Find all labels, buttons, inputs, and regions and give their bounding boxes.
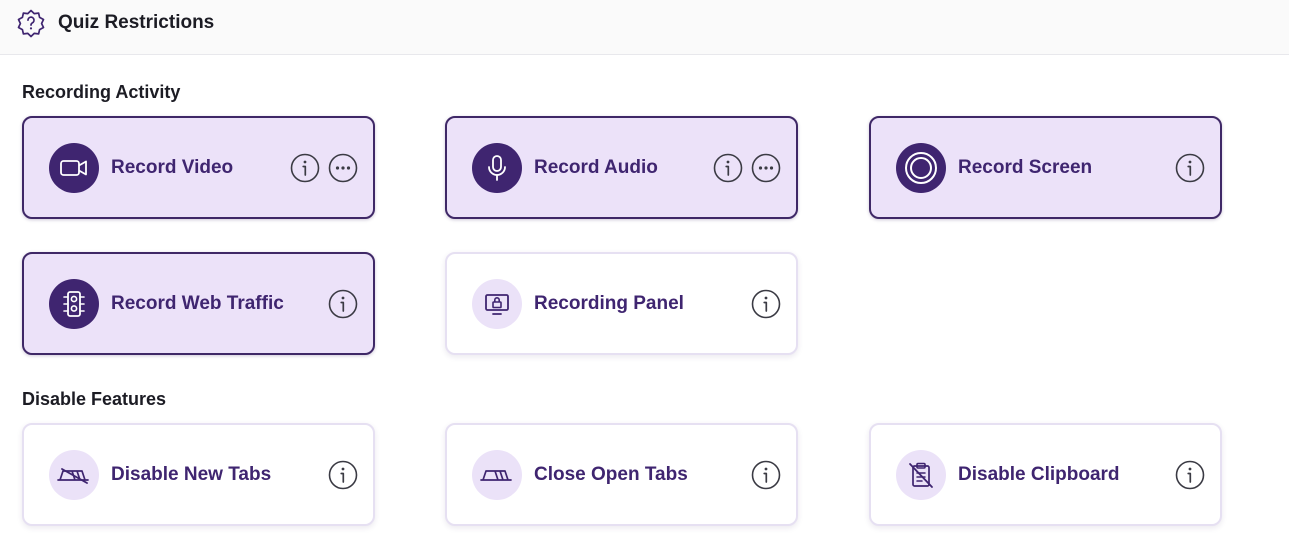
- info-button[interactable]: [712, 152, 744, 184]
- tabs-icon: [480, 470, 512, 481]
- info-button[interactable]: [327, 459, 359, 491]
- card-record-screen[interactable]: Record Screen: [869, 116, 1222, 219]
- info-button[interactable]: [327, 288, 359, 320]
- card-record-web-traffic[interactable]: Record Web Traffic: [22, 252, 375, 355]
- locked-monitor-icon: [485, 294, 509, 315]
- card-icon-circle: [49, 143, 99, 193]
- info-button[interactable]: [289, 152, 321, 184]
- info-icon: [713, 153, 743, 183]
- info-icon: [751, 289, 781, 319]
- question-gear-icon: [17, 9, 45, 38]
- card-label: Recording Panel: [534, 293, 684, 314]
- info-icon: [1175, 153, 1205, 183]
- card-record-video[interactable]: Record Video: [22, 116, 375, 219]
- info-button[interactable]: [750, 288, 782, 320]
- quiz-restrictions-page: Quiz Restrictions Recording Activity Rec…: [0, 0, 1289, 545]
- info-button[interactable]: [1174, 459, 1206, 491]
- info-icon: [328, 289, 358, 319]
- card-icon-circle: [472, 143, 522, 193]
- screen-record-icon: [905, 152, 937, 184]
- traffic-light-icon: [63, 291, 85, 317]
- card-label: Close Open Tabs: [534, 464, 688, 485]
- more-options-icon: [328, 153, 358, 183]
- card-label: Disable New Tabs: [111, 464, 272, 485]
- more-options-icon: [751, 153, 781, 183]
- card-label: Record Screen: [958, 157, 1093, 178]
- card-record-audio[interactable]: Record Audio: [445, 116, 798, 219]
- card-icon-circle: [896, 143, 946, 193]
- card-label: Record Web Traffic: [111, 293, 284, 314]
- card-icon-circle: [472, 279, 522, 329]
- section-title-disable: Disable Features: [22, 389, 167, 409]
- more-options-button[interactable]: [327, 152, 359, 184]
- info-icon: [328, 460, 358, 490]
- card-icon-circle: [896, 450, 946, 500]
- card-icon-circle: [472, 450, 522, 500]
- more-options-button[interactable]: [750, 152, 782, 184]
- info-icon: [290, 153, 320, 183]
- card-recording-panel[interactable]: Recording Panel: [445, 252, 798, 355]
- section-title-recording: Recording Activity: [22, 82, 181, 102]
- card-disable-clipboard[interactable]: Disable Clipboard: [869, 423, 1222, 526]
- info-icon: [1175, 460, 1205, 490]
- card-label: Record Audio: [534, 157, 658, 178]
- card-close-open-tabs[interactable]: Close Open Tabs: [445, 423, 798, 526]
- info-icon: [751, 460, 781, 490]
- header: Quiz Restrictions: [0, 0, 1289, 55]
- video-camera-icon: [60, 160, 87, 176]
- card-label: Record Video: [111, 157, 234, 178]
- info-button[interactable]: [750, 459, 782, 491]
- card-disable-new-tabs[interactable]: Disable New Tabs: [22, 423, 375, 526]
- card-icon-circle: [49, 450, 99, 500]
- card-label: Disable Clipboard: [958, 464, 1120, 485]
- card-icon-circle: [49, 279, 99, 329]
- page-title: Quiz Restrictions: [58, 12, 215, 33]
- no-clipboard-icon: [909, 462, 933, 488]
- microphone-icon: [488, 155, 506, 181]
- no-tabs-icon: [57, 468, 89, 484]
- info-button[interactable]: [1174, 152, 1206, 184]
